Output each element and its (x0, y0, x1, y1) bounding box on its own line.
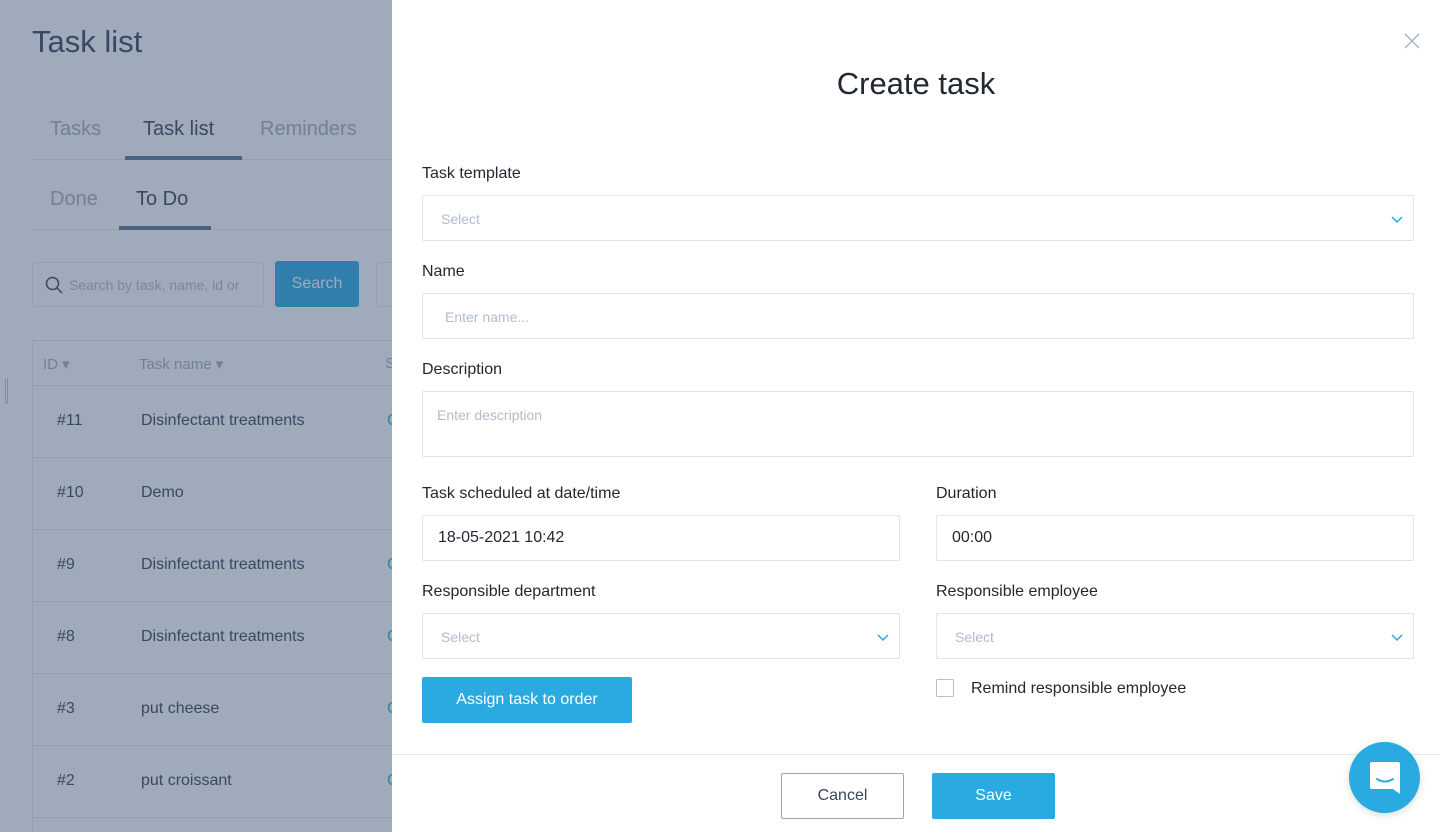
save-button[interactable]: Save (932, 773, 1055, 819)
cancel-button[interactable]: Cancel (781, 773, 904, 819)
chevron-down-icon (1391, 216, 1403, 224)
name-label: Name (422, 263, 465, 280)
task-template-placeholder: Select (441, 211, 480, 227)
footer-divider (392, 754, 1440, 755)
department-placeholder: Select (441, 629, 480, 645)
task-template-select[interactable]: Select (422, 195, 1414, 241)
remind-employee-label[interactable]: Remind responsible employee (971, 680, 1186, 698)
task-template-label: Task template (422, 165, 521, 182)
assign-task-to-order-button[interactable]: Assign task to order (422, 677, 632, 723)
department-label: Responsible department (422, 583, 596, 600)
chevron-down-icon (1391, 634, 1403, 642)
name-input[interactable]: Enter name... (422, 293, 1414, 339)
scheduled-label: Task scheduled at date/time (422, 485, 621, 502)
department-select[interactable]: Select (422, 613, 900, 659)
employee-label: Responsible employee (936, 583, 1098, 600)
remind-employee-checkbox[interactable] (936, 679, 954, 697)
description-label: Description (422, 361, 503, 378)
employee-placeholder: Select (955, 629, 994, 645)
duration-input[interactable]: 00:00 (936, 515, 1414, 561)
chat-bubble-smile-icon (1369, 761, 1400, 794)
chat-widget-button[interactable] (1349, 742, 1420, 813)
chevron-down-icon (877, 634, 889, 642)
close-icon[interactable] (1402, 31, 1422, 51)
duration-label: Duration (936, 485, 997, 502)
employee-select[interactable]: Select (936, 613, 1414, 659)
drawer-title: Create task (836, 66, 996, 101)
sidebar-resize-handle[interactable] (5, 378, 8, 404)
create-task-drawer: Create task Task template Select Name En… (392, 0, 1440, 832)
scheduled-value: 18-05-2021 10:42 (438, 529, 565, 546)
name-placeholder: Enter name... (445, 309, 530, 325)
description-textarea[interactable]: Enter description (422, 391, 1414, 457)
duration-value: 00:00 (952, 529, 993, 546)
description-placeholder: Enter description (437, 407, 543, 423)
scheduled-datetime-input[interactable]: 18-05-2021 10:42 (422, 515, 900, 561)
